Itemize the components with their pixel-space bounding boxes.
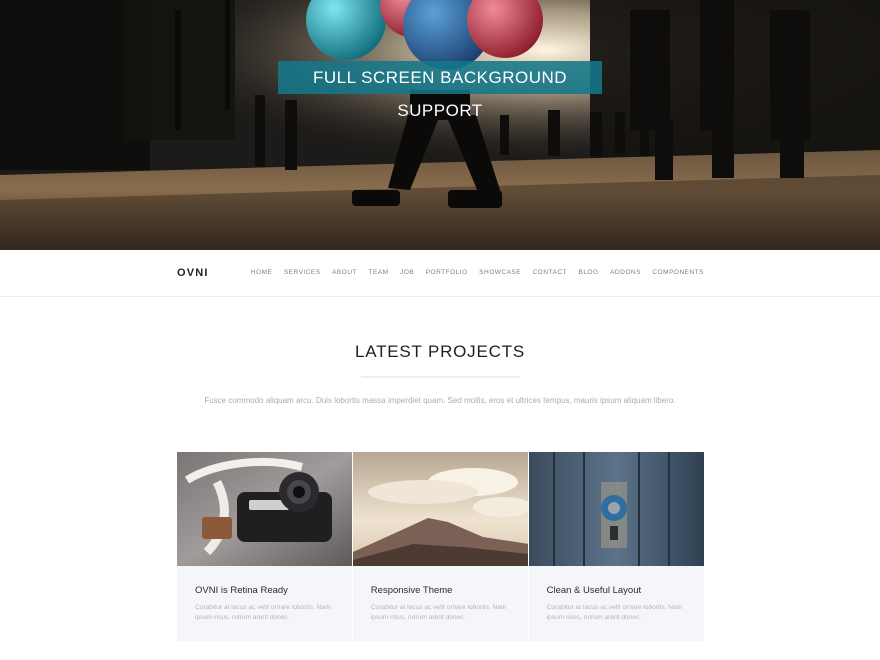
camera-image: [177, 452, 353, 566]
card-title: Responsive Theme: [370, 585, 453, 596]
section-title: LATEST PROJECTS: [354, 342, 526, 361]
nav-menu: HOME SERVICES ABOUT TEAM JOB PORTFOLIO S…: [251, 269, 704, 276]
card-title: Clean & Useful Layout: [546, 585, 642, 596]
nav-link-team[interactable]: TEAM: [369, 269, 389, 276]
nav-link-services[interactable]: SERVICES: [284, 269, 321, 276]
project-card-retina[interactable]: OVNI is Retina Ready Curabitur at lacus …: [177, 452, 353, 641]
nav-link-portfolio[interactable]: PORTFOLIO: [426, 269, 468, 276]
nav-link-about[interactable]: ABOUT: [332, 269, 357, 276]
card-text: Curabitur at lacus ac velit ornare lobor…: [546, 604, 683, 621]
mountain-image: [352, 452, 529, 566]
card-body: Clean & Useful Layout Curabitur at lacus…: [529, 566, 704, 641]
project-cards: OVNI is Retina Ready Curabitur at lacus …: [177, 452, 704, 641]
hero-section: FULL SCREEN BACKGROUND SUPPORT: [0, 0, 880, 250]
section-description: Fusce commodo aliquam arcu. Duis loborti…: [204, 396, 676, 405]
main-navbar: OVNI HOME SERVICES ABOUT TEAM JOB PORTFO…: [0, 250, 880, 297]
title-divider: [361, 376, 520, 378]
nav-link-contact[interactable]: CONTACT: [533, 269, 567, 276]
project-card-layout[interactable]: Clean & Useful Layout Curabitur at lacus…: [528, 452, 704, 641]
nav-link-blog[interactable]: BLOG: [579, 269, 599, 276]
card-text: Curabitur at lacus ac velit ornare lobor…: [195, 604, 331, 621]
nav-link-components[interactable]: COMPONENTS: [652, 269, 704, 276]
brand-logo[interactable]: OVNI: [177, 267, 209, 279]
nav-link-home[interactable]: HOME: [251, 269, 273, 276]
nav-link-job[interactable]: JOB: [400, 269, 414, 276]
nav-link-addons[interactable]: ADDONS: [610, 269, 641, 276]
card-body: OVNI is Retina Ready Curabitur at lacus …: [177, 566, 352, 641]
project-card-responsive[interactable]: Responsive Theme Curabitur at lacus ac v…: [352, 452, 529, 641]
nav-link-showcase[interactable]: SHOWCASE: [479, 269, 521, 276]
card-text: Curabitur at lacus ac velit ornare lobor…: [370, 604, 507, 621]
door-image: [528, 452, 704, 566]
card-title: OVNI is Retina Ready: [195, 585, 288, 596]
card-body: Responsive Theme Curabitur at lacus ac v…: [353, 566, 528, 641]
hero-title-banner: FULL SCREEN BACKGROUND SUPPORT: [278, 61, 602, 120]
